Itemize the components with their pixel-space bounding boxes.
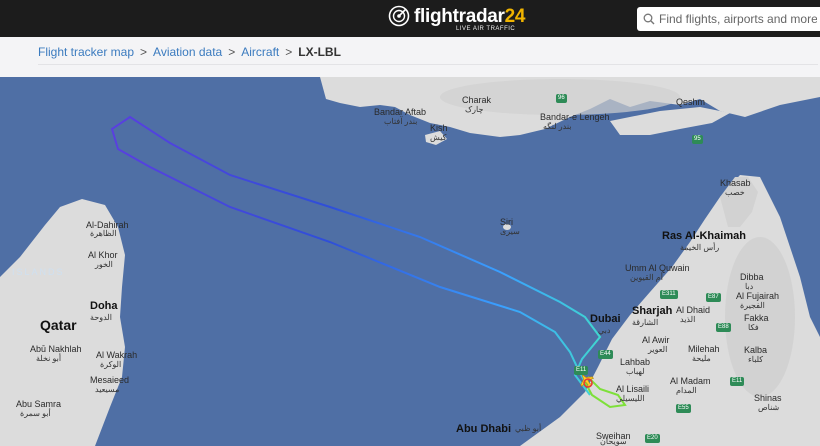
place-al-dahirah-ar: الظاهرة xyxy=(90,229,117,238)
flightradar24-logo[interactable]: flightradar24 LIVE AIR TRAFFIC xyxy=(388,5,528,35)
place-fakka: Fakka xyxy=(744,313,769,323)
place-umm-al-quwain: Umm Al Quwain xyxy=(625,263,690,273)
place-al-khor: Al Khor xyxy=(88,250,118,260)
place-sweihan-ar: سويحان xyxy=(600,437,627,446)
place-al-awir: Al Awir xyxy=(642,335,670,345)
place-siri: Siri xyxy=(500,217,513,227)
top-navigation-bar: flightradar24 LIVE AIR TRAFFIC xyxy=(0,0,820,37)
place-ras-al-khaimah: Ras Al-Khaimah xyxy=(662,230,746,242)
road-shield: E44 xyxy=(598,350,613,359)
place-islands: ISLANDS xyxy=(12,267,65,277)
place-abu-nakhlah-ar: أبو نخلة xyxy=(36,354,62,363)
road-shield: E311 xyxy=(660,290,678,299)
road-shield: E11 xyxy=(730,377,745,386)
place-al-wakrah-ar: الوكرة xyxy=(100,360,122,369)
road-shield: E87 xyxy=(706,293,721,302)
place-bandar-aftab-ar: بندر آفتاب xyxy=(384,117,418,126)
search-box[interactable] xyxy=(637,7,820,31)
place-al-madam: Al Madam xyxy=(670,376,711,386)
place-mesaieed-ar: مسيعيد xyxy=(95,385,120,394)
place-abu-dhabi-ar: أبو ظبي xyxy=(515,424,542,433)
breadcrumb-aviation-data[interactable]: Aviation data xyxy=(153,45,222,59)
search-icon xyxy=(643,13,655,25)
place-al-lisaili: Al Lisaili xyxy=(616,384,650,394)
map-canvas xyxy=(0,77,820,446)
road-shield: 95 xyxy=(692,135,703,144)
breadcrumb-current-registration: LX-LBL xyxy=(298,45,341,59)
place-bandar-aftab: Bandar Aftab xyxy=(374,107,427,117)
place-milehah-ar: مليحة xyxy=(692,354,711,363)
place-dubai-ar: دبي xyxy=(598,326,611,335)
breadcrumb-separator: > xyxy=(285,45,293,59)
breadcrumb-flight-tracker-map[interactable]: Flight tracker map xyxy=(38,45,134,59)
place-lahbab: Lahbab xyxy=(620,357,651,367)
brand-name: flightradar24 xyxy=(414,6,526,27)
place-kalba: Kalba xyxy=(744,345,768,355)
place-shinas: Shinas xyxy=(754,393,782,403)
place-umm-al-quwain-ar: أم القيوين xyxy=(630,273,663,282)
place-abu-nakhlah: Abū Nakhlah xyxy=(30,344,82,354)
flight-map[interactable]: Charak چارک Bandar Aftab بندر آفتاب Kish… xyxy=(0,77,820,446)
place-al-awir-ar: العوير xyxy=(648,345,668,354)
place-abu-samra: Abu Samra xyxy=(16,399,62,409)
place-al-madam-ar: المدام xyxy=(676,386,697,395)
place-bandar-e-lengeh-ar: بندر لنگه xyxy=(543,122,572,131)
place-al-fujairah-ar: الفجيرة xyxy=(740,301,765,310)
place-dibba: Dibba xyxy=(740,272,764,282)
place-khasab: Khasab xyxy=(720,178,751,188)
place-dubai: Dubai xyxy=(590,313,621,325)
road-shield: 96 xyxy=(556,94,567,103)
place-al-khor-ar: الخور xyxy=(95,260,113,269)
place-abu-samra-ar: أبو سمرة xyxy=(20,409,51,418)
breadcrumb-separator: > xyxy=(228,45,236,59)
place-fakka-ar: فكا xyxy=(748,323,759,332)
breadcrumb-bar: Flight tracker map > Aviation data > Aircraf… xyxy=(0,37,820,77)
place-qeshm: Qeshm xyxy=(676,97,706,107)
place-doha: Doha xyxy=(90,300,118,312)
breadcrumb-divider xyxy=(38,64,818,65)
road-shield: E11 xyxy=(574,366,589,375)
search-input[interactable] xyxy=(659,9,817,29)
place-kish-ar: کیش xyxy=(430,133,447,142)
place-shinas-ar: شناص xyxy=(758,403,780,412)
place-milehah: Milehah xyxy=(688,344,720,354)
place-lahbab-ar: لهباب xyxy=(626,367,645,376)
place-dibba-ar: دبا xyxy=(745,282,754,291)
place-sharjah-ar: الشارقة xyxy=(632,318,659,327)
place-al-lisaili-ar: الليسيلي xyxy=(616,394,645,403)
breadcrumb-separator: > xyxy=(140,45,148,59)
brand-tagline: LIVE AIR TRAFFIC xyxy=(456,26,516,32)
flight-track-path xyxy=(110,115,602,396)
breadcrumb-aircraft[interactable]: Aircraft xyxy=(241,45,279,59)
place-qatar: Qatar xyxy=(40,317,77,333)
place-ras-al-khaimah-ar: رأس الخيمة xyxy=(680,243,720,252)
place-siri-ar: سیری xyxy=(500,227,520,236)
road-shield: E20 xyxy=(645,434,660,443)
place-bandar-e-lengeh: Bandar-e Lengeh xyxy=(540,112,610,122)
place-al-dhaid-ar: الذيد xyxy=(680,315,696,324)
place-khasab-ar: خصب xyxy=(725,188,745,197)
place-sharjah: Sharjah xyxy=(632,305,673,317)
road-shield: E55 xyxy=(676,404,691,413)
place-al-fujairah: Al Fujairah xyxy=(736,291,780,301)
breadcrumb: Flight tracker map > Aviation data > Aircraf… xyxy=(38,45,341,59)
place-kalba-ar: كلباء xyxy=(748,355,764,364)
place-abu-dhabi: Abu Dhabi xyxy=(456,423,511,435)
road-shield: E88 xyxy=(716,323,731,332)
place-doha-ar: الدوحة xyxy=(90,313,112,322)
place-al-dhaid: Al Dhaid xyxy=(676,305,711,315)
radar-icon xyxy=(388,5,410,27)
place-al-wakrah: Al Wakrah xyxy=(96,350,138,360)
place-charak: Charak xyxy=(462,95,492,105)
place-mesaieed: Mesaieed xyxy=(90,375,130,385)
place-charak-ar: چارک xyxy=(465,105,484,114)
place-kish: Kish xyxy=(430,123,448,133)
